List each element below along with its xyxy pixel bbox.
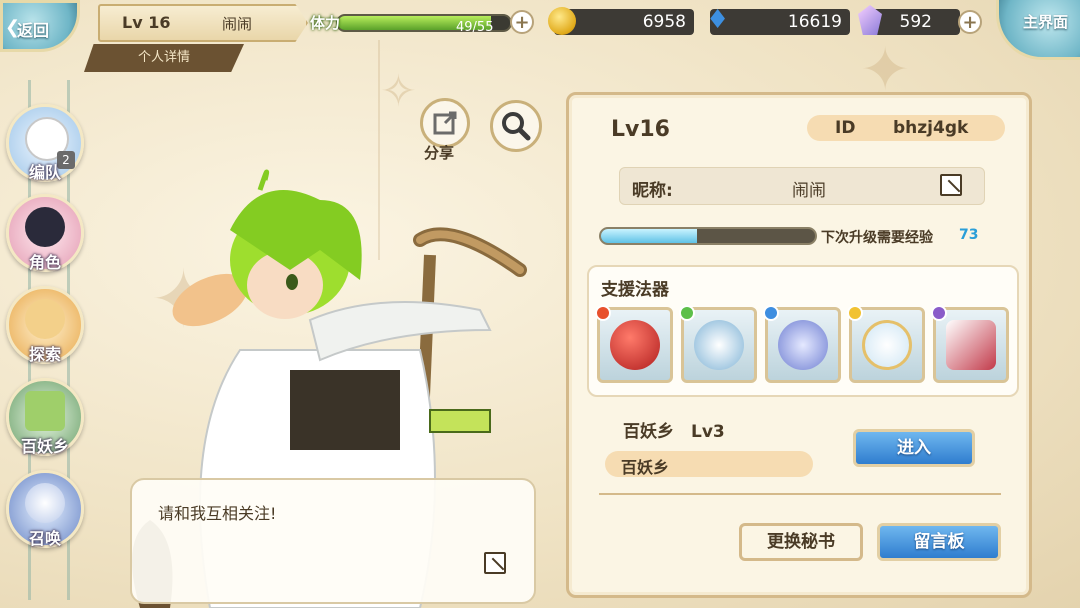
back-button[interactable]: ❮ 返回 (0, 0, 80, 52)
artifact-slot-3[interactable] (763, 305, 841, 383)
player-level: Lv 16 (122, 13, 171, 32)
soul-fire-value: 16619 (787, 12, 842, 32)
nickname-value: 闹闹 (792, 181, 826, 201)
exp-fill (601, 229, 698, 243)
artifact-slot-5[interactable] (931, 305, 1009, 383)
share-icon (433, 111, 457, 135)
player-name: 闹闹 (222, 15, 253, 33)
exp-label: 下次升级需要经验 (821, 230, 933, 246)
player-id-label: ID (835, 118, 856, 138)
water-element-icon (763, 305, 779, 321)
sidebar-item-village[interactable]: 百妖乡 (6, 378, 84, 456)
tab-personal-details[interactable]: 个人详情 (84, 44, 244, 72)
silver-ornament-artifact-icon (694, 320, 744, 370)
soul-fire-counter: ♦ 16619 (706, 5, 850, 35)
player-id-value: bhzj4gk (893, 118, 969, 138)
hat-artifact-icon (946, 320, 996, 370)
player-id: ID bhzj4gk (807, 115, 1005, 141)
player-level-banner: Lv 16 闹闹 (98, 4, 308, 42)
edit-nickname-icon[interactable] (940, 174, 962, 196)
coin-icon (548, 7, 576, 35)
blue-flame-icon: ♦ (706, 5, 730, 35)
sidebar-item-label: 角色 (28, 253, 61, 272)
sidebar-item-label: 召唤 (28, 529, 61, 548)
back-label: 返回 (17, 21, 50, 40)
enter-village-button[interactable]: 进入 (853, 429, 975, 467)
artifact-slot-1[interactable] (595, 305, 673, 383)
sidebar-item-explore[interactable]: 探索 (6, 286, 84, 364)
sidebar-item-label: 探索 (28, 345, 61, 364)
change-secretary-button[interactable]: 更换秘书 (739, 523, 863, 561)
light-element-icon (847, 305, 863, 321)
wind-element-icon (679, 305, 695, 321)
red-lantern-artifact-icon (610, 320, 660, 370)
sidebar-item-summon[interactable]: 召唤 (6, 470, 84, 548)
crystal-value: 592 (899, 12, 932, 32)
village-house-icon (25, 391, 65, 431)
character-icon (25, 207, 65, 247)
greeting-message: 请和我互相关注! (158, 504, 277, 523)
artifact-slot-4[interactable] (847, 305, 925, 383)
coin-value: 6958 (642, 12, 686, 32)
add-crystal-button[interactable]: + (958, 10, 982, 34)
sidebar-item-label: 百妖乡 (20, 437, 69, 456)
nickname-field: 昵称: 闹闹 (619, 167, 985, 205)
share-label: 分享 (424, 144, 455, 162)
stamina-value: 49/55 (456, 20, 494, 35)
village-level: 百妖乡 Lv3 (623, 422, 725, 442)
search-button[interactable] (490, 100, 542, 152)
search-icon (502, 112, 531, 141)
blade-artifact-icon (778, 320, 828, 370)
fire-element-icon (595, 305, 611, 321)
stamina-label: 体力 (310, 14, 341, 32)
edit-message-icon[interactable] (484, 552, 506, 574)
profile-panel: Lv16 ID bhzj4gk 昵称: 闹闹 下次升级需要经验 73 支援法器 (566, 92, 1032, 598)
exp-bar (599, 227, 817, 245)
exp-value: 73 (959, 227, 979, 243)
dark-element-icon (931, 305, 947, 321)
support-artifacts: 支援法器 (587, 265, 1019, 397)
message-board-button[interactable]: 留言板 (877, 523, 1001, 561)
crystal-icon (858, 5, 882, 35)
stamina-meter: 体力 49/55 (306, 8, 534, 38)
home-label: 主界面 (1023, 13, 1069, 31)
summon-swirl-icon (25, 483, 65, 523)
crystal-counter: 592 (858, 5, 960, 35)
sidebar-item-label: 编队 (28, 163, 61, 182)
top-bar: ❮ 返回 Lv 16 闹闹 个人详情 体力 49/55 + 6958 ♦ 166… (0, 0, 1080, 72)
village-name: 百妖乡 (621, 458, 670, 477)
sidebar-item-characters[interactable]: 角色 (6, 194, 84, 272)
decor-star-icon: ✧ (380, 66, 417, 117)
section-divider (599, 493, 1001, 495)
coin-counter: 6958 (548, 7, 694, 35)
nickname-label: 昵称: (632, 181, 673, 201)
mirror-artifact-icon (862, 320, 912, 370)
village-name-pill: 百妖乡 (605, 451, 813, 477)
greeting-bubble: 请和我互相关注! (130, 478, 536, 604)
support-artifacts-title: 支援法器 (601, 280, 669, 300)
sidebar-item-team[interactable]: 2 编队 (6, 104, 84, 182)
share-button[interactable] (420, 98, 470, 148)
add-stamina-button[interactable]: + (510, 10, 534, 34)
artifact-slot-2[interactable] (679, 305, 757, 383)
profile-level: Lv16 (611, 117, 670, 142)
scroll-icon (25, 299, 65, 339)
decor-star-icon: ✦ (860, 35, 911, 105)
